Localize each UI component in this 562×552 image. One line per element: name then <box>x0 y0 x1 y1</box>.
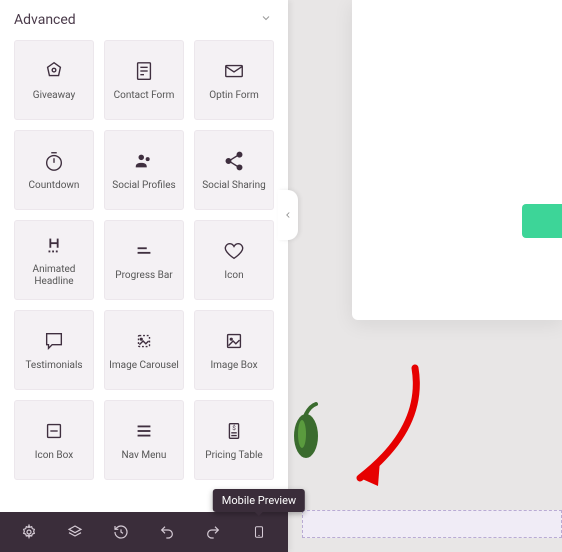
history-button[interactable] <box>103 514 139 550</box>
section-header-advanced[interactable]: Advanced <box>0 0 288 40</box>
widget-icon[interactable]: Icon <box>194 220 274 300</box>
chevron-down-icon <box>260 12 272 28</box>
editor-canvas[interactable] <box>288 0 562 552</box>
heart-icon <box>221 238 247 264</box>
widget-contact-form[interactable]: Contact Form <box>104 40 184 120</box>
widget-animated-headline[interactable]: Animated Headline <box>14 220 94 300</box>
widget-label: Progress Bar <box>115 270 172 282</box>
widget-social-sharing[interactable]: Social Sharing <box>194 130 274 210</box>
users-icon <box>131 148 157 174</box>
collapse-panel-button[interactable] <box>278 190 298 240</box>
canvas-image-decor <box>292 400 326 460</box>
gear-icon <box>21 524 37 540</box>
navigator-button[interactable] <box>57 514 93 550</box>
carousel-icon <box>131 328 157 354</box>
tooltip-text: Mobile Preview <box>222 494 296 507</box>
widget-image-box[interactable]: Image Box <box>194 310 274 390</box>
tooltip: Mobile Preview <box>213 489 305 512</box>
progress-icon <box>131 238 157 264</box>
widget-label: Image Box <box>210 360 257 372</box>
responsive-mode-button[interactable]: Mobile Preview <box>241 514 277 550</box>
widget-label: Nav Menu <box>122 450 167 462</box>
widget-progress-bar[interactable]: Progress Bar <box>104 220 184 300</box>
widget-optin-form[interactable]: Optin Form <box>194 40 274 120</box>
redo-button[interactable] <box>195 514 231 550</box>
heading-icon <box>41 232 67 258</box>
share-icon <box>221 148 247 174</box>
widget-icon-box[interactable]: Icon Box <box>14 400 94 480</box>
widget-label: Social Sharing <box>202 180 266 192</box>
widget-label: Pricing Table <box>205 450 262 462</box>
stopwatch-icon <box>41 148 67 174</box>
widget-social-profiles[interactable]: Social Profiles <box>104 130 184 210</box>
widget-label: Animated Headline <box>19 264 89 288</box>
redo-icon <box>205 524 221 540</box>
widget-grid: Giveaway Contact Form Optin Form Countdo… <box>14 40 274 480</box>
widget-label: Giveaway <box>33 90 75 102</box>
widget-image-carousel[interactable]: Image Carousel <box>104 310 184 390</box>
widget-label: Icon <box>224 270 243 282</box>
widget-label: Icon Box <box>35 450 73 462</box>
widget-label: Image Carousel <box>109 360 179 372</box>
canvas-card <box>352 0 562 320</box>
widget-label: Testimonials <box>25 360 82 372</box>
canvas-drop-zone[interactable] <box>302 510 562 538</box>
widget-label: Social Profiles <box>112 180 175 192</box>
icon-box-icon <box>41 418 67 444</box>
form-icon <box>131 58 157 84</box>
widget-label: Optin Form <box>209 90 259 102</box>
settings-button[interactable] <box>11 514 47 550</box>
widgets-panel: Advanced Giveaway Contact Form <box>0 0 288 552</box>
widget-testimonials[interactable]: Testimonials <box>14 310 94 390</box>
menu-icon <box>131 418 157 444</box>
section-title: Advanced <box>14 12 76 28</box>
layers-icon <box>67 524 83 540</box>
chevron-left-icon <box>283 210 293 220</box>
panel-footer: Mobile Preview <box>0 512 288 552</box>
widget-nav-menu[interactable]: Nav Menu <box>104 400 184 480</box>
widget-giveaway[interactable]: Giveaway <box>14 40 94 120</box>
history-icon <box>113 524 129 540</box>
gift-icon <box>41 58 67 84</box>
undo-button[interactable] <box>149 514 185 550</box>
mobile-icon <box>252 523 266 541</box>
widget-countdown[interactable]: Countdown <box>14 130 94 210</box>
canvas-action-button[interactable] <box>522 204 562 238</box>
image-icon <box>221 328 247 354</box>
widget-scroll-area: Giveaway Contact Form Optin Form Countdo… <box>0 40 288 512</box>
pricing-icon: $ <box>221 418 247 444</box>
svg-text:$: $ <box>232 424 236 432</box>
widget-pricing-table[interactable]: $ Pricing Table <box>194 400 274 480</box>
mail-icon <box>221 58 247 84</box>
undo-icon <box>159 524 175 540</box>
widget-label: Contact Form <box>114 90 175 102</box>
chat-icon <box>41 328 67 354</box>
widget-label: Countdown <box>29 180 80 192</box>
